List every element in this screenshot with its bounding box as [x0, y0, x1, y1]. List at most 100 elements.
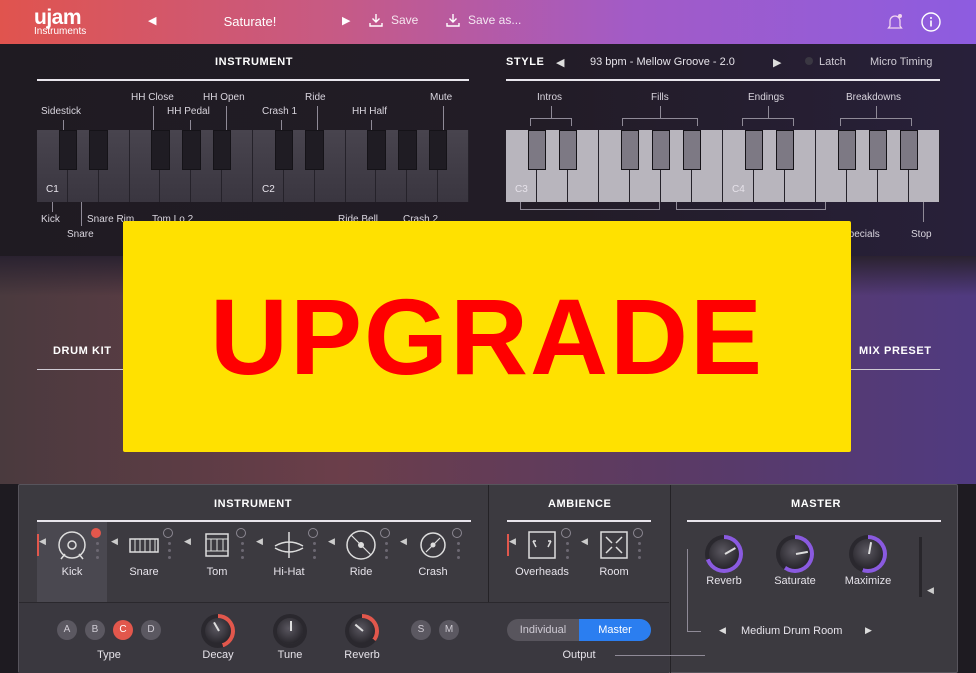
expand-arrow-icon[interactable]: ◀ [400, 536, 407, 547]
drum-kit-title[interactable]: DRUM KIT [53, 345, 112, 357]
room-preset-name[interactable]: Medium Drum Room [741, 625, 842, 637]
label-tick [923, 202, 924, 222]
type-a-button[interactable]: A [57, 620, 77, 640]
label-tick [660, 106, 661, 118]
latch-label[interactable]: Latch [819, 56, 846, 68]
record-dot-icon[interactable] [308, 528, 318, 538]
black-key[interactable] [274, 130, 294, 170]
black-key[interactable] [558, 130, 578, 170]
black-key[interactable] [398, 130, 417, 170]
black-key[interactable] [868, 130, 888, 170]
group-bracket-breakdowns [840, 118, 912, 126]
ujam-logo[interactable]: ujam Instruments [34, 7, 86, 37]
type-d-button[interactable]: D [141, 620, 161, 640]
save-as-icon [446, 14, 460, 27]
ambience-label: Overheads [515, 566, 569, 578]
latch-indicator[interactable] [805, 57, 813, 65]
black-key[interactable] [182, 130, 201, 170]
record-dot-icon[interactable] [452, 528, 462, 538]
mute-button[interactable]: M [439, 620, 459, 640]
instrument-ride[interactable]: ◀ Ride [326, 522, 396, 602]
save-as-button[interactable]: Save as... [445, 12, 521, 28]
room-prev-icon[interactable]: ◀ [719, 625, 726, 636]
output-toggle[interactable]: Individual Master [507, 619, 651, 641]
record-dot-icon[interactable] [633, 528, 643, 538]
black-key[interactable] [899, 130, 919, 170]
black-key[interactable] [367, 130, 386, 170]
decay-knob[interactable] [205, 618, 231, 644]
octave-label-c3: C3 [515, 184, 528, 195]
ambience-overheads[interactable]: ◀ Overheads [507, 522, 577, 602]
instrument-keyboard[interactable] [37, 130, 469, 202]
key-label-hh-half: HH Half [352, 106, 388, 117]
record-dot-icon[interactable] [236, 528, 246, 538]
master-reverb-knob[interactable] [709, 539, 739, 569]
black-key[interactable] [527, 130, 547, 170]
instrument-tom[interactable]: ◀ Tom [182, 522, 252, 602]
style-prev-icon[interactable]: ◀ [556, 56, 564, 69]
tune-label: Tune [277, 649, 303, 661]
black-key[interactable] [305, 130, 324, 170]
label-tick [876, 106, 877, 118]
black-key[interactable] [89, 130, 108, 170]
record-dot-icon[interactable] [91, 528, 101, 538]
preset-prev-icon[interactable]: ◀ [148, 14, 156, 27]
room-next-icon[interactable]: ▶ [865, 625, 872, 636]
master-saturate-knob[interactable] [780, 539, 810, 569]
tune-knob[interactable] [277, 618, 303, 644]
output-individual-option[interactable]: Individual [507, 619, 579, 641]
label-tick [317, 106, 318, 130]
black-key[interactable] [212, 130, 232, 170]
black-key[interactable] [744, 130, 764, 170]
black-key[interactable] [151, 130, 170, 170]
record-dot-icon[interactable] [561, 528, 571, 538]
micro-timing-label[interactable]: Micro Timing [870, 56, 932, 68]
record-dot-icon[interactable] [163, 528, 173, 538]
style-name[interactable]: 93 bpm - Mellow Groove - 2.0 [590, 56, 735, 68]
label-tick [371, 120, 372, 130]
expand-arrow-icon[interactable]: ◀ [509, 536, 516, 547]
type-b-button[interactable]: B [85, 620, 105, 640]
black-key[interactable] [620, 130, 640, 170]
routing-line [615, 655, 705, 656]
black-key[interactable] [682, 130, 702, 170]
instrument-snare[interactable]: ◀ Snare [109, 522, 179, 602]
master-expand-arrow-icon[interactable]: ◀ [927, 585, 934, 596]
type-c-button[interactable]: C [113, 620, 133, 640]
black-key[interactable] [775, 130, 795, 170]
expand-arrow-icon[interactable]: ◀ [184, 536, 191, 547]
instrument-hi-hat[interactable]: ◀ Hi-Hat [254, 522, 324, 602]
record-dot-icon[interactable] [380, 528, 390, 538]
style-keyboard[interactable] [506, 130, 940, 202]
black-key[interactable] [837, 130, 857, 170]
key-label-kick: Kick [41, 214, 60, 225]
mix-preset-title[interactable]: MIX PRESET [859, 345, 932, 357]
preset-name[interactable]: Saturate! [200, 14, 300, 29]
key-label-hh-close: HH Close [131, 92, 174, 103]
black-key[interactable] [428, 130, 448, 170]
expand-arrow-icon[interactable]: ◀ [111, 536, 118, 547]
solo-button[interactable]: S [411, 620, 431, 640]
expand-arrow-icon[interactable]: ◀ [581, 536, 588, 547]
ambience-room[interactable]: ◀ Room [579, 522, 649, 602]
master-rule [687, 520, 941, 522]
expand-arrow-icon[interactable]: ◀ [328, 536, 335, 547]
save-button[interactable]: Save [368, 12, 418, 28]
expand-arrow-icon[interactable]: ◀ [39, 536, 46, 547]
label-tick [768, 106, 769, 118]
black-key[interactable] [58, 130, 78, 170]
upgrade-banner[interactable]: UPGRADE [123, 221, 851, 452]
instrument-label: Tom [206, 566, 228, 578]
reverb-send-knob[interactable] [349, 618, 375, 644]
label-tick [226, 106, 227, 130]
master-maximize-knob[interactable] [853, 539, 883, 569]
preset-next-icon[interactable]: ▶ [342, 14, 350, 27]
expand-arrow-icon[interactable]: ◀ [256, 536, 263, 547]
info-icon[interactable] [920, 11, 942, 33]
output-master-option[interactable]: Master [579, 619, 651, 641]
style-next-icon[interactable]: ▶ [773, 56, 781, 69]
instrument-kick[interactable]: ◀ Kick [37, 522, 107, 602]
instrument-crash[interactable]: ◀ Crash [398, 522, 468, 602]
bell-icon[interactable] [884, 11, 906, 33]
black-key[interactable] [651, 130, 671, 170]
